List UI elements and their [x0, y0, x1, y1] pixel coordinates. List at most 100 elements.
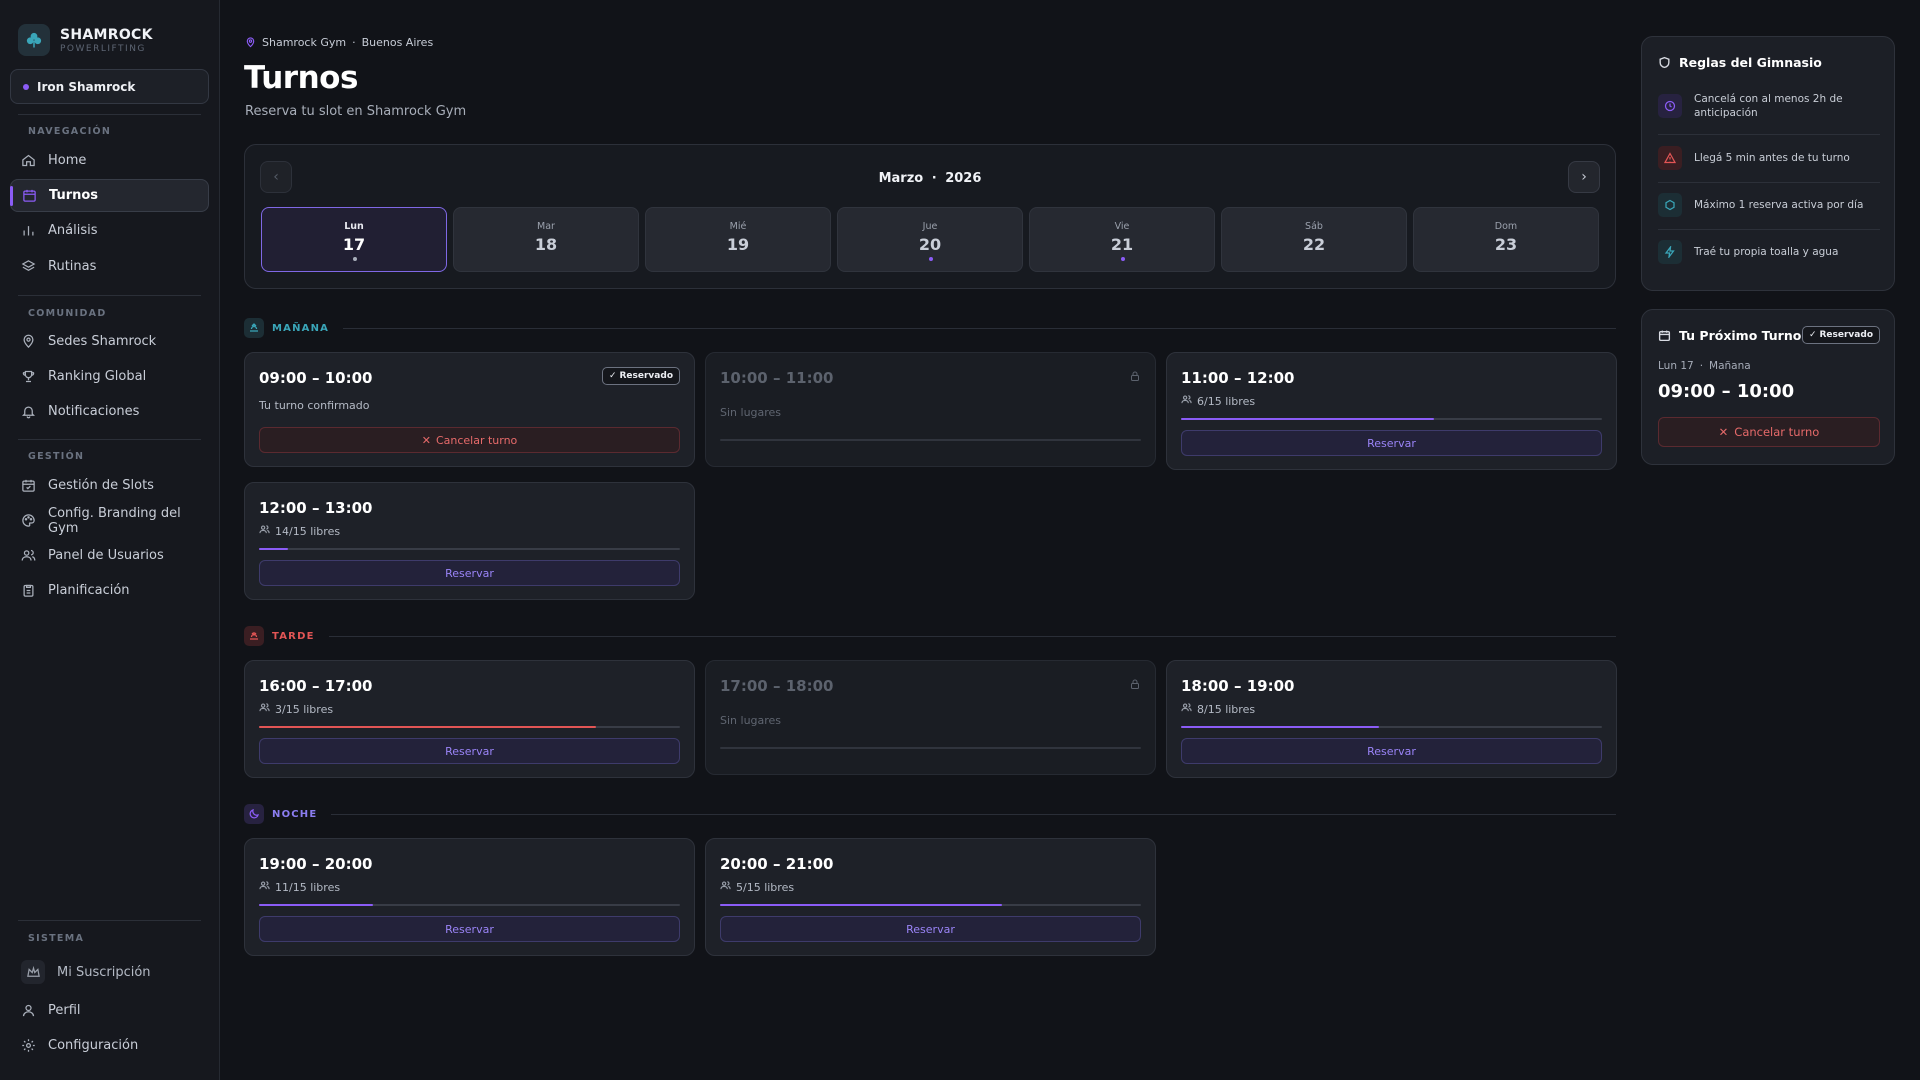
- rule-text: Cancelá con al menos 2h de anticipación: [1694, 93, 1843, 119]
- reserve-button[interactable]: Reservar: [259, 738, 680, 764]
- reserve-button[interactable]: Reservar: [259, 560, 680, 586]
- rules-title-label: Reglas del Gimnasio: [1679, 55, 1822, 70]
- sidebar-item-label: Home: [48, 153, 87, 168]
- day-button-17[interactable]: Lun 17: [261, 207, 447, 272]
- day-name: Vie: [1114, 221, 1130, 232]
- sidebar-item-configuracion[interactable]: Configuración: [10, 1029, 209, 1062]
- sidebar-item-label: Turnos: [49, 188, 99, 203]
- slot-time: 18:00 – 19:00: [1181, 677, 1295, 695]
- slot-card-1600: 16:00 – 17:00 3/15 libres Reservar: [244, 660, 695, 778]
- day-number: 23: [1494, 235, 1518, 254]
- button-label: Cancelar turno: [435, 433, 518, 447]
- clock-icon: [1658, 94, 1682, 118]
- slot-time: 16:00 – 17:00: [259, 677, 373, 695]
- sidebar-item-sedes[interactable]: Sedes Shamrock: [10, 325, 209, 358]
- brand-logo[interactable]: SHAMROCK POWERLIFTING: [18, 24, 153, 56]
- shield-icon: [1659, 56, 1670, 69]
- availability-label: 5/15 libres: [736, 880, 795, 894]
- check-circle-icon: ✓: [608, 371, 617, 381]
- users-icon: [259, 702, 270, 716]
- availability-label: 3/15 libres: [275, 702, 334, 716]
- divider: [18, 114, 201, 115]
- check-circle-icon: ✓: [1808, 330, 1817, 340]
- day-name: Lun: [344, 221, 364, 232]
- rule-text: Llegá 5 min antes de tu turno: [1694, 152, 1850, 164]
- brand-tagline: POWERLIFTING: [60, 43, 146, 54]
- bell-icon: [21, 406, 36, 419]
- sidebar-item-slots[interactable]: Gestión de Slots: [10, 469, 209, 502]
- sidebar-item-home[interactable]: Home: [10, 144, 209, 177]
- sidebar-item-label: Sedes Shamrock: [48, 334, 157, 349]
- divider: [18, 920, 201, 921]
- day-name: Jue: [922, 221, 938, 232]
- day-number: 17: [342, 235, 366, 254]
- availability-label: 8/15 libres: [1197, 702, 1256, 716]
- reserve-button[interactable]: Reservar: [1181, 738, 1602, 764]
- clipboard-icon: [23, 584, 34, 597]
- sidebar-item-suscripcion[interactable]: Mi Suscripción: [10, 955, 209, 989]
- bar-chart-icon: [23, 226, 34, 236]
- layers-icon: [21, 260, 36, 271]
- sidebar-item-notificaciones[interactable]: Notificaciones: [10, 395, 209, 428]
- x-icon: ✕: [421, 433, 431, 447]
- sidebar-item-planificacion[interactable]: Planificación: [10, 574, 209, 607]
- next-week-button[interactable]: ›: [1568, 161, 1600, 193]
- day-button-21[interactable]: Vie 21: [1029, 207, 1215, 272]
- sidebar-item-turnos[interactable]: Turnos: [10, 179, 209, 212]
- capacity-bar-fill: [1181, 418, 1434, 420]
- reserve-button[interactable]: Reservar: [259, 916, 680, 942]
- capacity-bar-fill: [259, 548, 289, 550]
- palette-icon: [22, 514, 35, 527]
- gym-selector[interactable]: Iron Shamrock: [10, 69, 209, 104]
- day-number: 18: [534, 235, 558, 254]
- calendar-separator: ·: [931, 171, 937, 186]
- slot-status: Sin lugares: [720, 406, 782, 419]
- slot-time: 09:00 – 10:00: [259, 369, 373, 387]
- reserve-button[interactable]: Reservar: [720, 916, 1141, 942]
- sidebar-item-ranking[interactable]: Ranking Global: [10, 360, 209, 393]
- sidebar-item-rutinas[interactable]: Rutinas: [10, 250, 209, 283]
- slot-card-1900: 19:00 – 20:00 11/15 libres Reservar: [244, 838, 695, 956]
- period-divider: [343, 327, 1616, 329]
- slot-availability: 3/15 libres: [259, 702, 333, 716]
- slot-card-2000: 20:00 – 21:00 5/15 libres Reservar: [705, 838, 1156, 956]
- reserve-button[interactable]: Reservar: [1181, 430, 1602, 456]
- day-button-22[interactable]: Sáb 22: [1221, 207, 1407, 272]
- calendar-icon: [23, 189, 36, 202]
- sidebar-item-label: Panel de Usuarios: [48, 548, 164, 563]
- sunset-icon: [244, 626, 264, 646]
- divider: [18, 439, 201, 440]
- day-button-19[interactable]: Mié 19: [645, 207, 831, 272]
- sidebar-item-analisis[interactable]: Análisis: [10, 214, 209, 247]
- breadcrumb-separator: ·: [352, 36, 356, 49]
- slot-card-1000: 10:00 – 11:00 Sin lugares: [705, 352, 1156, 467]
- lock-icon: [1129, 367, 1141, 386]
- breadcrumb-gym[interactable]: Shamrock Gym: [262, 36, 346, 49]
- calendar-year: 2026: [945, 171, 982, 186]
- period-header-manana: MAÑANA: [244, 318, 1616, 338]
- gym-status-dot: [23, 83, 29, 90]
- sidebar-item-branding[interactable]: Config. Branding del Gym: [10, 504, 209, 537]
- day-button-18[interactable]: Mar 18: [453, 207, 639, 272]
- day-button-20[interactable]: Jue 20: [837, 207, 1023, 272]
- sidebar-item-perfil[interactable]: Perfil: [10, 994, 209, 1027]
- sidebar-item-usuarios[interactable]: Panel de Usuarios: [10, 539, 209, 572]
- breadcrumb: Shamrock Gym · Buenos Aires: [245, 36, 433, 49]
- sidebar-item-label: Perfil: [48, 1003, 81, 1018]
- home-icon: [22, 154, 35, 167]
- slot-time: 19:00 – 20:00: [259, 855, 373, 873]
- reserved-badge: ✓ Reservado: [1801, 326, 1880, 344]
- rule-item: Traé tu propia toalla y agua: [1658, 240, 1880, 264]
- bolt-icon: [1658, 240, 1682, 264]
- day-number: 19: [726, 235, 750, 254]
- slot-card-1800: 18:00 – 19:00 8/15 libres Reservar: [1166, 660, 1617, 778]
- cancel-turn-button[interactable]: ✕ Cancelar turno: [259, 427, 680, 453]
- next-turn-period: Mañana: [1709, 360, 1751, 372]
- day-button-23[interactable]: Dom 23: [1413, 207, 1599, 272]
- cancel-next-turn-button[interactable]: ✕ Cancelar turno: [1658, 417, 1880, 447]
- period-header-noche: NOCHE: [244, 804, 1616, 824]
- sidebar-item-label: Config. Branding del Gym: [48, 505, 181, 536]
- trophy-icon: [22, 370, 35, 383]
- slot-time: 11:00 – 12:00: [1181, 369, 1295, 387]
- availability-label: 11/15 libres: [275, 880, 341, 894]
